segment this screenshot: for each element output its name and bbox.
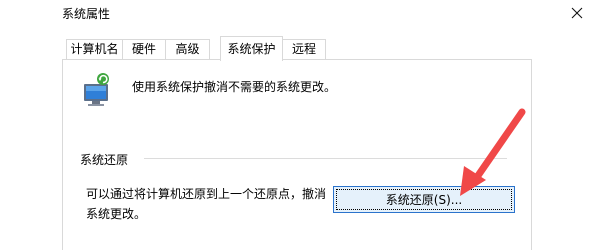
section-title-system-restore: 系统还原	[80, 153, 129, 167]
close-icon	[571, 7, 583, 19]
tab-advanced[interactable]: 高级	[165, 39, 210, 60]
system-restore-button[interactable]: 系统还原(S)...	[333, 186, 515, 213]
restore-description-line-1: 可以通过将计算机还原到上一个还原点，撤消	[86, 187, 327, 201]
protection-description: 使用系统保护撤消不需要的系统更改。	[132, 80, 337, 94]
tab-hardware[interactable]: 硬件	[122, 39, 166, 60]
tab-computer-name[interactable]: 计算机名	[66, 39, 123, 60]
restore-description-line-2: 系统更改。	[86, 207, 147, 221]
window-title: 系统属性	[62, 7, 111, 21]
close-button[interactable]	[554, 0, 600, 26]
system-properties-dialog: 系统属性 计算机名 硬件 高级 系统保护 远程 使用系统保护撤消不需要的系统更改…	[0, 0, 600, 250]
title-bar: 系统属性	[0, 0, 600, 30]
restore-description: 可以通过将计算机还原到上一个还原点，撤消 系统更改。	[86, 184, 332, 224]
tab-remote[interactable]: 远程	[282, 39, 326, 60]
section-divider	[144, 158, 507, 159]
tab-system-protection[interactable]: 系统保护	[220, 36, 283, 61]
system-protection-icon	[78, 70, 116, 108]
